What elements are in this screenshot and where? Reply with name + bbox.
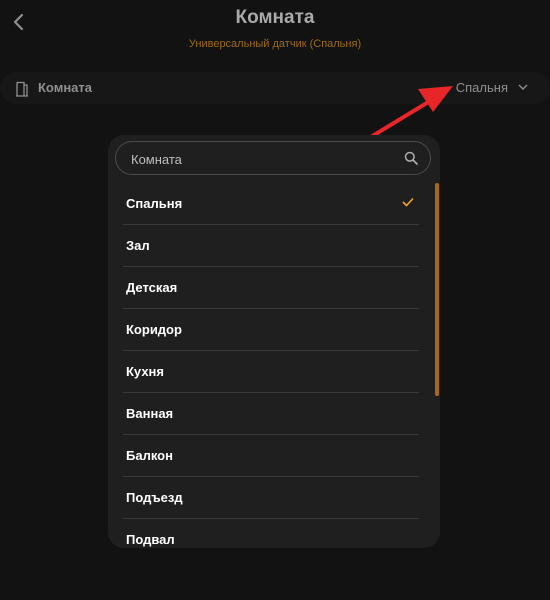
list-item-koridor[interactable]: Коридор	[123, 309, 419, 351]
page-subtitle: Универсальный датчик (Спальня)	[188, 38, 362, 50]
room-list: Спальня Зал Детская Коридор Кухня Ванная…	[123, 183, 419, 548]
search-icon[interactable]	[404, 151, 418, 165]
list-item-podval[interactable]: Подвал	[123, 519, 419, 548]
list-item-label: Зал	[126, 238, 150, 253]
search-input[interactable]	[129, 142, 403, 176]
scrollbar[interactable]	[435, 183, 439, 396]
chevron-down-icon[interactable]	[518, 83, 528, 91]
list-item-label: Подъезд	[126, 490, 183, 505]
list-item-label: Ванная	[126, 406, 174, 421]
page-title: Комната	[235, 7, 315, 28]
room-selector-row[interactable]: Комната Спальня	[0, 72, 550, 104]
list-item-label: Детская	[126, 280, 178, 295]
list-item-label: Коридор	[126, 322, 182, 337]
list-item-label: Подвал	[126, 532, 175, 547]
room-label: Комната	[38, 80, 92, 95]
room-dropdown[interactable]: Спальня Зал Детская Коридор Кухня Ванная…	[108, 135, 440, 548]
check-icon	[402, 197, 414, 207]
search-box[interactable]	[115, 141, 431, 176]
list-item-detskaya[interactable]: Детская	[123, 267, 419, 309]
room-value[interactable]: Спальня	[456, 80, 508, 95]
list-item-zal[interactable]: Зал	[123, 225, 419, 267]
list-item-balkon[interactable]: Балкон	[123, 435, 419, 477]
list-item-label: Спальня	[126, 196, 183, 211]
list-item-podezd[interactable]: Подъезд	[123, 477, 419, 519]
list-item-spalnya[interactable]: Спальня	[123, 183, 419, 225]
door-icon	[16, 81, 28, 97]
list-item-label: Балкон	[126, 448, 173, 463]
list-item-vannaya[interactable]: Ванная	[123, 393, 419, 435]
list-item-kukhnya[interactable]: Кухня	[123, 351, 419, 393]
list-item-label: Кухня	[126, 364, 164, 379]
